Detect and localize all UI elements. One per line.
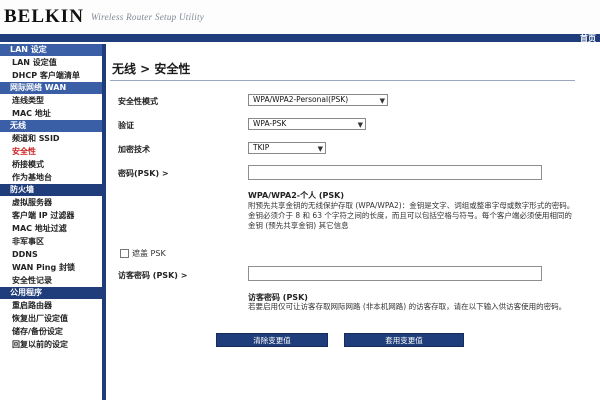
sidebar-item-lan-settings[interactable]: LAN 设定值 [0, 56, 102, 69]
sidebar-section-wan[interactable]: 网际网络 WAN [0, 82, 102, 94]
auth-select[interactable]: WPA-PSK ▼ [248, 118, 366, 130]
sidebar-section-lan[interactable]: LAN 设定 [0, 44, 102, 56]
help-guest-text: 若要启用仅可让访客存取网际网路 (非本机网路) 的访客存取，请在以下输入供访客使… [248, 302, 567, 311]
sidebar-section-wireless[interactable]: 无线 [0, 120, 102, 132]
top-bar [0, 34, 600, 42]
sidebar-item-restore-settings[interactable]: 回复以前的设定 [0, 338, 102, 351]
title-divider [110, 80, 575, 81]
password-input[interactable] [248, 165, 542, 180]
encryption-select[interactable]: TKIP ▼ [248, 142, 326, 154]
chevron-down-icon: ▼ [317, 145, 323, 153]
sidebar-item-dhcp-client-list[interactable]: DHCP 客户端清单 [0, 69, 102, 82]
security-mode-value: WPA/WPA2-Personal(PSK) [253, 95, 349, 104]
obscure-psk-label: 遮盖 PSK [132, 248, 166, 258]
sidebar-item-security-log[interactable]: 安全性记录 [0, 274, 102, 287]
guest-password-label: 访客密码 (PSK) > [118, 271, 188, 280]
sidebar-item-virtual-servers[interactable]: 虚拟服务器 [0, 196, 102, 209]
sidebar-item-wan-ping-block[interactable]: WAN Ping 封锁 [0, 261, 102, 274]
help-wpa-text: 附预先共享金钥的无线保护存取 (WPA/WPA2)：金钥是文字、词组或整串字母或… [248, 201, 575, 230]
sidebar-item-client-ip-filter[interactable]: 客户端 IP 过滤器 [0, 209, 102, 222]
main-content: 无线 > 安全性 安全性模式 WPA/WPA2-Personal(PSK) ▼ … [110, 44, 600, 400]
chevron-down-icon: ▼ [357, 121, 363, 129]
sidebar-section-firewall[interactable]: 防火墙 [0, 184, 102, 196]
help-wpa-title: WPA/WPA2-个人 (PSK) [248, 191, 345, 200]
sidebar-item-factory-reset[interactable]: 恢复出厂设定值 [0, 312, 102, 325]
apply-changes-button[interactable]: 套用变更值 [344, 333, 464, 347]
sidebar-item-connection-type[interactable]: 连线类型 [0, 94, 102, 107]
auth-label: 验证 [118, 121, 134, 130]
sidebar-item-access-point[interactable]: 作为基地台 [0, 171, 102, 184]
security-mode-label: 安全性模式 [118, 97, 158, 106]
password-label: 密码(PSK) > [118, 169, 169, 178]
sidebar-item-save-backup[interactable]: 储存/备份设定 [0, 325, 102, 338]
chevron-down-icon: ▼ [379, 97, 385, 105]
guest-password-input[interactable] [248, 266, 542, 281]
sidebar: LAN 设定 LAN 设定值 DHCP 客户端清单 网际网络 WAN 连线类型 … [0, 44, 106, 400]
sidebar-item-mac-address[interactable]: MAC 地址 [0, 107, 102, 120]
home-link[interactable]: 首页 [580, 33, 596, 44]
clear-changes-button[interactable]: 清除变更值 [216, 333, 328, 347]
encryption-label: 加密技术 [118, 145, 150, 154]
app-title: Wireless Router Setup Utility [91, 12, 205, 22]
page-title: 无线 > 安全性 [112, 62, 191, 76]
sidebar-item-ddns[interactable]: DDNS [0, 248, 102, 261]
obscure-psk-checkbox[interactable] [120, 248, 129, 258]
belkin-logo: BELKIN [4, 6, 84, 27]
sidebar-item-mac-filter[interactable]: MAC 地址过滤 [0, 222, 102, 235]
sidebar-item-restart-router[interactable]: 重启路由器 [0, 299, 102, 312]
auth-value: WPA-PSK [253, 119, 287, 128]
security-mode-select[interactable]: WPA/WPA2-Personal(PSK) ▼ [248, 94, 388, 106]
sidebar-item-bridge-mode[interactable]: 桥接模式 [0, 158, 102, 171]
sidebar-item-channel-ssid[interactable]: 频道和 SSID [0, 132, 102, 145]
header: BELKIN Wireless Router Setup Utility [0, 0, 600, 34]
sidebar-item-security[interactable]: 安全性 [0, 145, 102, 158]
encryption-value: TKIP [253, 143, 270, 152]
sidebar-section-utilities[interactable]: 公用程序 [0, 287, 102, 299]
obscure-psk-row: 遮盖 PSK [120, 247, 166, 259]
sidebar-item-dmz[interactable]: 非军事区 [0, 235, 102, 248]
